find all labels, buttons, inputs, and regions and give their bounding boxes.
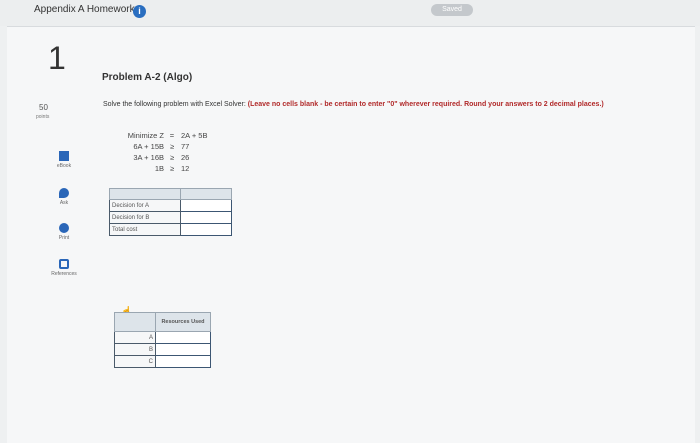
row-label: A bbox=[114, 331, 156, 344]
resource-b-input[interactable] bbox=[155, 343, 211, 356]
sidebar-item-label: Print bbox=[58, 235, 70, 241]
lp-line: 6A + 15B ≥ 77 bbox=[108, 142, 238, 152]
book-icon bbox=[59, 151, 69, 161]
top-bar: Appendix A Homework i Saved bbox=[0, 0, 700, 26]
resources-table: Resources Used A B C bbox=[114, 312, 211, 368]
decision-a-input[interactable] bbox=[180, 199, 232, 212]
decision-table: Decision for A Decision for B Total cost bbox=[109, 188, 232, 236]
lp-model: Minimize Z = 2A + 5B 6A + 15B ≥ 77 3A + … bbox=[108, 131, 238, 177]
table-row: B bbox=[114, 343, 211, 356]
info-icon[interactable]: i bbox=[133, 5, 146, 18]
sidebar-item-ask[interactable]: Ask bbox=[44, 188, 84, 206]
sidebar-item-label: Ask bbox=[59, 200, 69, 206]
resource-c-input[interactable] bbox=[155, 355, 211, 368]
table-row: C bbox=[114, 355, 211, 368]
references-icon bbox=[59, 259, 69, 269]
table-header-row bbox=[109, 188, 232, 200]
lp-rhs: 77 bbox=[181, 142, 190, 151]
lp-line: 3A + 16B ≥ 26 bbox=[108, 153, 238, 163]
row-label: Decision for B bbox=[109, 211, 181, 224]
lp-line: Minimize Z = 2A + 5B bbox=[108, 131, 238, 141]
row-label: Decision for A bbox=[109, 199, 181, 212]
decision-b-input[interactable] bbox=[180, 211, 232, 224]
chat-icon bbox=[59, 188, 69, 198]
lp-operator: = bbox=[169, 131, 175, 140]
sidebar-item-references[interactable]: References bbox=[44, 259, 84, 277]
table-header-cell bbox=[109, 188, 181, 200]
problem-instructions: Solve the following problem with Excel S… bbox=[103, 100, 623, 109]
saved-status-badge: Saved bbox=[431, 4, 473, 16]
points-label: points bbox=[36, 114, 50, 120]
lp-lhs: Minimize Z bbox=[127, 131, 164, 140]
table-header-cell bbox=[180, 188, 232, 200]
sidebar-item-ebook[interactable]: eBook bbox=[44, 151, 84, 169]
instruction-emphasis: (Leave no cells blank - be certain to en… bbox=[247, 101, 604, 108]
table-row: Decision for A bbox=[109, 199, 232, 212]
assignment-title: Appendix A Homework bbox=[34, 4, 135, 15]
sidebar-item-label: References bbox=[51, 271, 77, 277]
points-value: 50 bbox=[39, 103, 48, 112]
sidebar-item-label: eBook bbox=[56, 163, 72, 169]
resources-used-header: Resources Used bbox=[155, 312, 211, 332]
problem-title: Problem A-2 (Algo) bbox=[102, 72, 193, 83]
lp-rhs: 26 bbox=[181, 153, 190, 162]
table-row: A bbox=[114, 331, 211, 344]
table-header-cell bbox=[114, 312, 156, 332]
row-label: Total cost bbox=[109, 223, 181, 236]
lp-operator: ≥ bbox=[169, 142, 175, 151]
table-header-row: Resources Used bbox=[114, 312, 211, 332]
row-label: C bbox=[114, 355, 156, 368]
table-row: Decision for B bbox=[109, 211, 232, 224]
total-cost-input[interactable] bbox=[180, 223, 232, 236]
lp-operator: ≥ bbox=[169, 153, 175, 162]
table-row: Total cost bbox=[109, 223, 232, 236]
lp-rhs: 12 bbox=[181, 164, 190, 173]
instruction-text: Solve the following problem with Excel S… bbox=[103, 101, 246, 108]
lp-lhs: 1B bbox=[154, 164, 164, 173]
print-icon bbox=[59, 223, 69, 233]
sidebar-item-print[interactable]: Print bbox=[44, 223, 84, 241]
lp-rhs: 2A + 5B bbox=[181, 131, 208, 140]
lp-lhs: 6A + 15B bbox=[133, 142, 164, 151]
row-label: B bbox=[114, 343, 156, 356]
question-number: 1 bbox=[48, 40, 66, 76]
lp-lhs: 3A + 16B bbox=[133, 153, 164, 162]
lp-line: 1B ≥ 12 bbox=[108, 164, 238, 174]
resource-a-input[interactable] bbox=[155, 331, 211, 344]
lp-operator: ≥ bbox=[169, 164, 175, 173]
